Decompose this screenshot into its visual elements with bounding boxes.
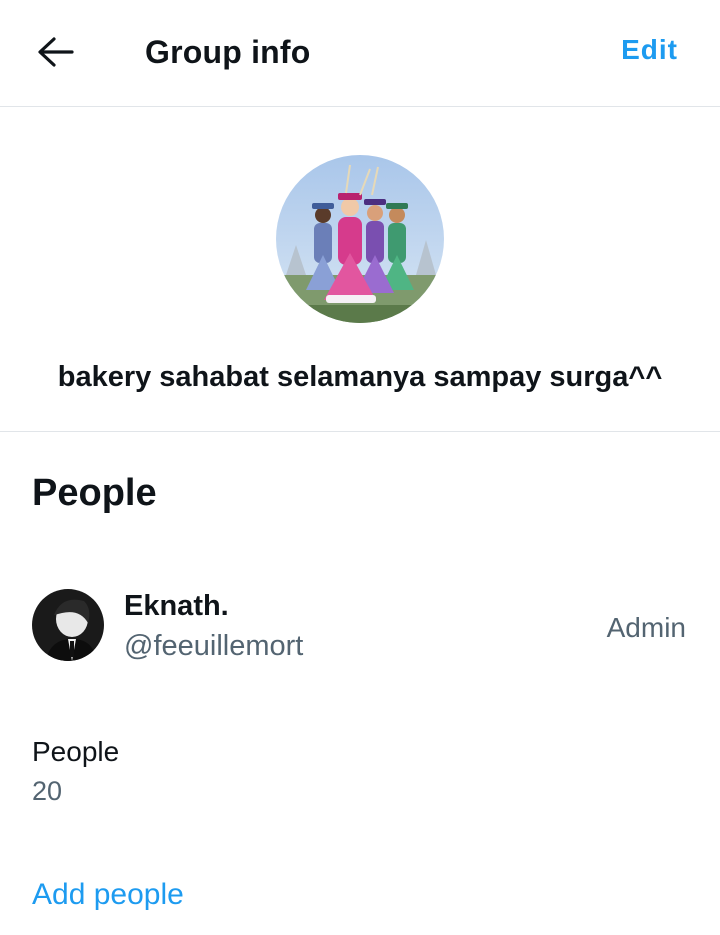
group-summary: bakery sahabat selamanya sampay surga^^ — [0, 107, 720, 432]
member-display-name: Eknath. — [124, 590, 229, 622]
edit-button[interactable]: Edit — [621, 34, 678, 66]
people-count-value: 20 — [32, 776, 63, 806]
page-title: Group info — [145, 34, 311, 70]
group-name: bakery sahabat selamanya sampay surga^^ — [57, 361, 663, 393]
group-avatar[interactable] — [276, 155, 444, 323]
member-row[interactable]: Eknath. @feeuillemort Admin — [0, 580, 720, 676]
arrow-left-icon — [38, 37, 74, 67]
member-handle: @feeuillemort — [124, 630, 304, 662]
people-count-label: People — [32, 736, 120, 767]
back-button[interactable] — [36, 34, 76, 70]
add-people-link[interactable]: Add people — [32, 878, 184, 912]
avatar — [32, 589, 104, 661]
member-photo — [32, 589, 104, 661]
people-heading: People — [32, 472, 157, 514]
group-photo — [276, 155, 444, 323]
top-bar: Group info Edit — [0, 0, 720, 107]
member-role-badge: Admin — [606, 612, 686, 643]
